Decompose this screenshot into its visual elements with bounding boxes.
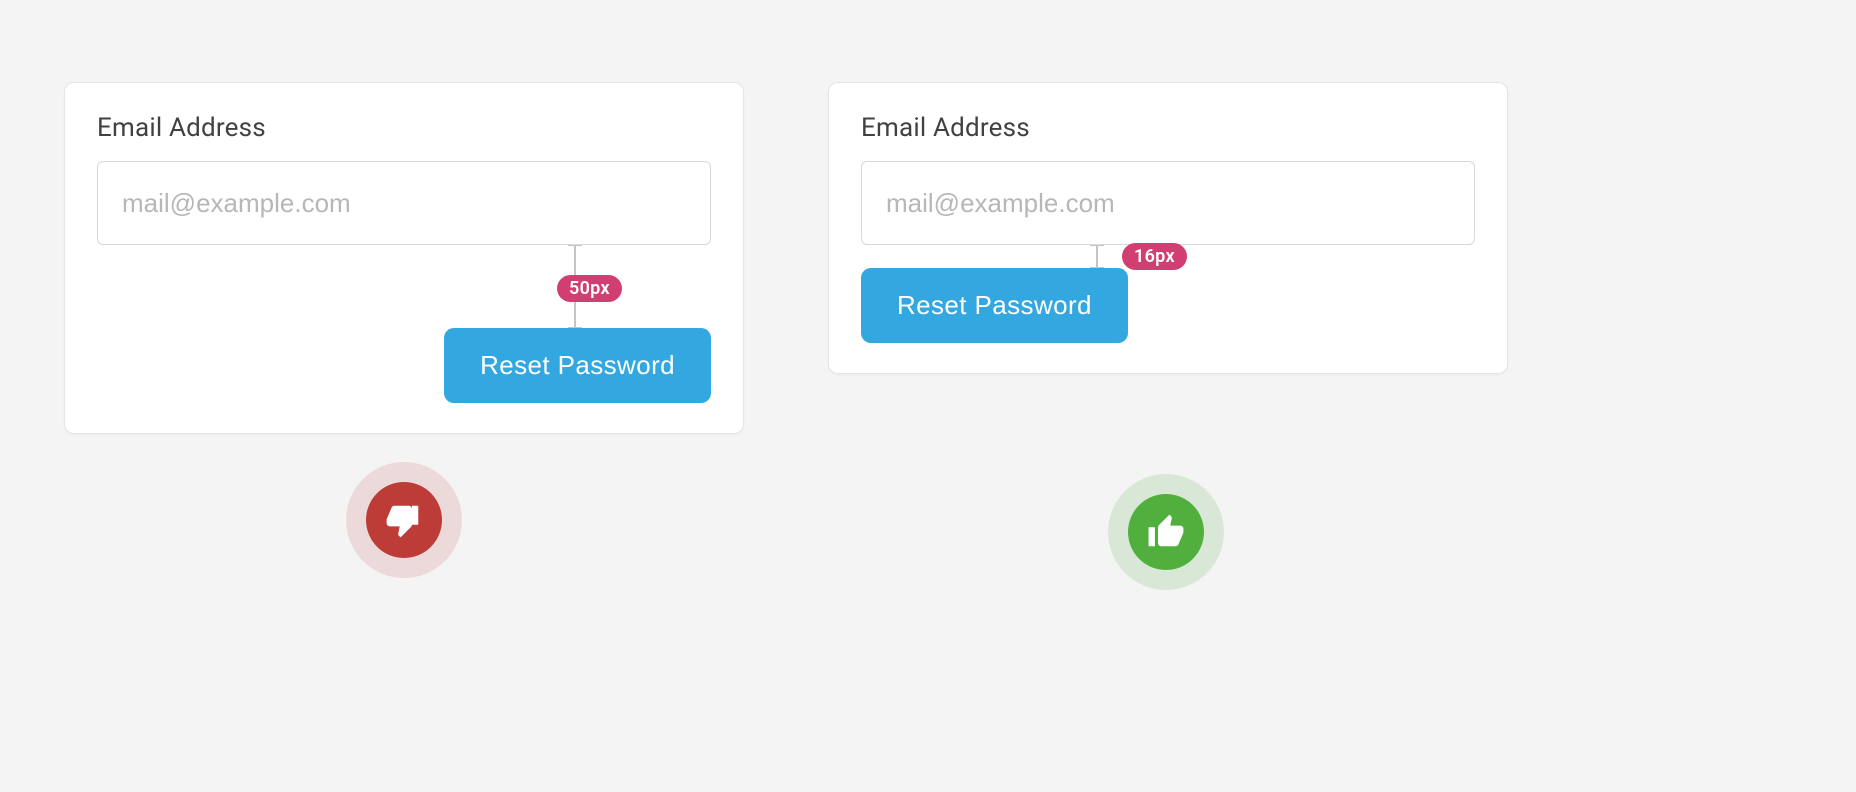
email-field[interactable] (861, 161, 1475, 245)
thumbs-down-icon (366, 482, 442, 558)
good-example-container: Email Address 16px Reset Password (828, 82, 1508, 374)
spacing-indicator: 50px (97, 245, 711, 328)
form-card: Email Address 50px Reset Password (64, 82, 744, 434)
button-row: Reset Password (97, 328, 711, 403)
spacing-badge: 16px (1122, 243, 1187, 270)
spacing-indicator: 16px (861, 245, 1475, 268)
reset-password-button[interactable]: Reset Password (861, 268, 1128, 343)
button-row: Reset Password (861, 268, 1475, 343)
bad-example-container: Email Address 50px Reset Password (64, 82, 744, 434)
spacing-badge: 50px (557, 275, 622, 302)
verdict-bad (346, 462, 462, 578)
measurement-line (1096, 245, 1098, 268)
thumbs-up-icon (1128, 494, 1204, 570)
email-field[interactable] (97, 161, 711, 245)
form-card: Email Address 16px Reset Password (828, 82, 1508, 374)
email-label: Email Address (97, 113, 711, 143)
verdict-good (1108, 474, 1224, 590)
email-label: Email Address (861, 113, 1475, 143)
reset-password-button[interactable]: Reset Password (444, 328, 711, 403)
